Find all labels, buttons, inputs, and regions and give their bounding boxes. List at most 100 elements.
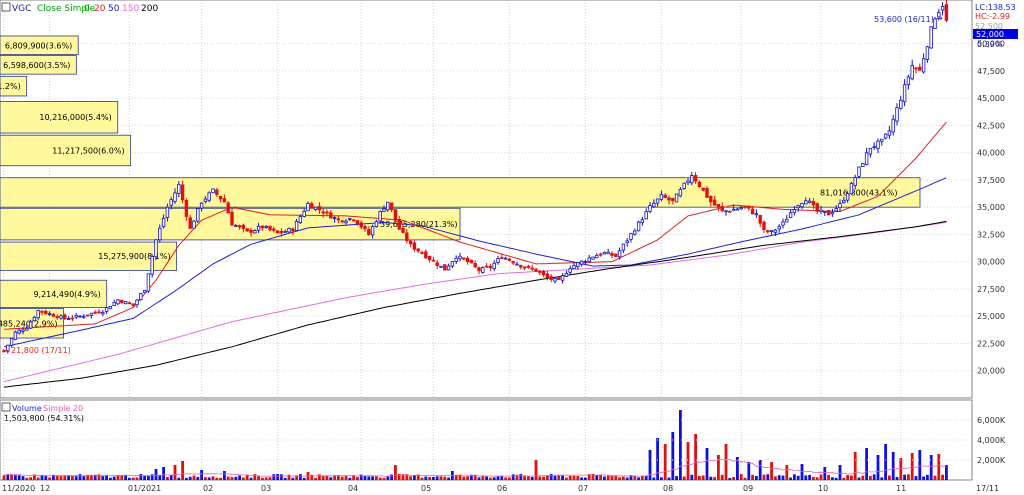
candle-body <box>32 316 37 322</box>
volume-bar <box>394 465 397 480</box>
candle-body <box>344 220 348 224</box>
volume-bar <box>272 474 276 480</box>
stock-chart[interactable]: 6,809,900(3.6%) 6,598,600(3.5%) 2,260,200(… <box>0 0 1024 495</box>
candle-body <box>104 307 109 312</box>
volume-profile-label: 10,216,000(5.4%) <box>39 113 111 122</box>
candle-body <box>25 327 29 331</box>
candle-body <box>241 224 246 229</box>
candle-body <box>188 217 192 229</box>
candle-body <box>678 189 683 197</box>
candle-body <box>944 4 949 21</box>
volume-bar <box>154 469 158 480</box>
volume-title: Volume <box>12 404 42 413</box>
candle-body <box>336 218 341 221</box>
volume-bar <box>762 474 766 480</box>
candle-body <box>420 252 424 254</box>
candle-body <box>754 213 759 216</box>
volume-bar <box>929 455 933 480</box>
candle-body <box>268 225 272 231</box>
candle-body <box>82 315 86 318</box>
arrow-right-icon: → <box>936 14 943 23</box>
volume-bar <box>724 444 728 480</box>
candle-body <box>811 201 816 206</box>
volume-bar <box>922 476 925 480</box>
candle-body <box>785 218 789 223</box>
candle-body <box>614 253 618 257</box>
volume-bar <box>789 477 792 480</box>
volume-bar <box>166 476 169 480</box>
volume-bar <box>903 474 906 480</box>
volume-value: 1,503,800 (54.31%) <box>4 414 84 423</box>
volume-bar <box>895 476 899 480</box>
volume-bar <box>420 477 424 480</box>
candle-body <box>693 174 698 182</box>
volume-bar <box>181 461 184 480</box>
candle-body <box>351 219 356 222</box>
candle-body <box>211 188 215 194</box>
candle-body <box>538 270 542 273</box>
volume-bar <box>808 474 811 480</box>
volume-bar <box>717 455 720 480</box>
volume-bar <box>356 476 359 480</box>
candle-body <box>89 312 94 316</box>
candle-body <box>44 310 48 315</box>
candle-body <box>431 259 436 262</box>
candle-body <box>826 210 831 216</box>
candle-body <box>173 192 177 202</box>
candle-body <box>762 221 766 230</box>
candle-body <box>332 217 337 219</box>
volume-bar <box>713 477 716 480</box>
volume-bar <box>842 477 846 480</box>
candle-body <box>766 230 770 233</box>
volume-bar <box>371 476 374 480</box>
volume-bar <box>185 477 188 480</box>
candle-body <box>515 263 519 266</box>
volume-bar <box>447 477 450 480</box>
candle-body <box>458 255 462 260</box>
volume-bar <box>508 477 511 480</box>
candle-body <box>260 225 265 229</box>
volume-bar <box>109 477 112 480</box>
volume-bar <box>63 475 67 480</box>
volume-bar <box>128 477 131 480</box>
volume-bar <box>219 477 222 480</box>
volume-bar <box>135 477 139 480</box>
candle-body <box>123 301 128 305</box>
candle-body <box>492 262 496 269</box>
volume-bar <box>766 474 770 480</box>
volume-bar <box>17 475 21 480</box>
volume-bar <box>439 476 443 480</box>
candle-body <box>484 265 489 268</box>
volume-bar <box>390 474 393 480</box>
candle-body <box>161 217 166 228</box>
candle-body <box>120 299 124 304</box>
volume-bar <box>709 476 713 480</box>
volume-bar <box>534 460 538 480</box>
volume-bar <box>348 477 352 480</box>
current-price: 52,000 <box>976 30 1004 39</box>
volume-bar <box>291 477 295 480</box>
candle-body <box>28 321 33 329</box>
candle-body <box>845 193 850 201</box>
volume-bar <box>568 475 572 480</box>
volume-bar <box>561 475 564 480</box>
volume-bar <box>603 476 606 480</box>
volume-bar <box>511 474 515 480</box>
x-tick-label: 17/11 <box>976 484 999 493</box>
candle-body <box>386 201 390 211</box>
price-tick: 25,000 <box>977 312 1005 321</box>
candle-body <box>55 316 59 319</box>
candle-body <box>705 188 709 198</box>
candle-body <box>583 260 588 263</box>
volume-bar <box>192 475 196 480</box>
candle-body <box>142 290 147 293</box>
volume-bar <box>112 476 116 480</box>
volume-bar <box>622 476 625 480</box>
volume-bar <box>884 444 887 480</box>
candle-body <box>427 255 432 261</box>
volume-bar <box>268 477 272 480</box>
price-legend: VGC Close Simple 0 20 50 150 200 <box>1 2 158 14</box>
candle-body <box>667 197 671 201</box>
volume-bar <box>888 475 891 480</box>
candle-body <box>51 314 56 317</box>
